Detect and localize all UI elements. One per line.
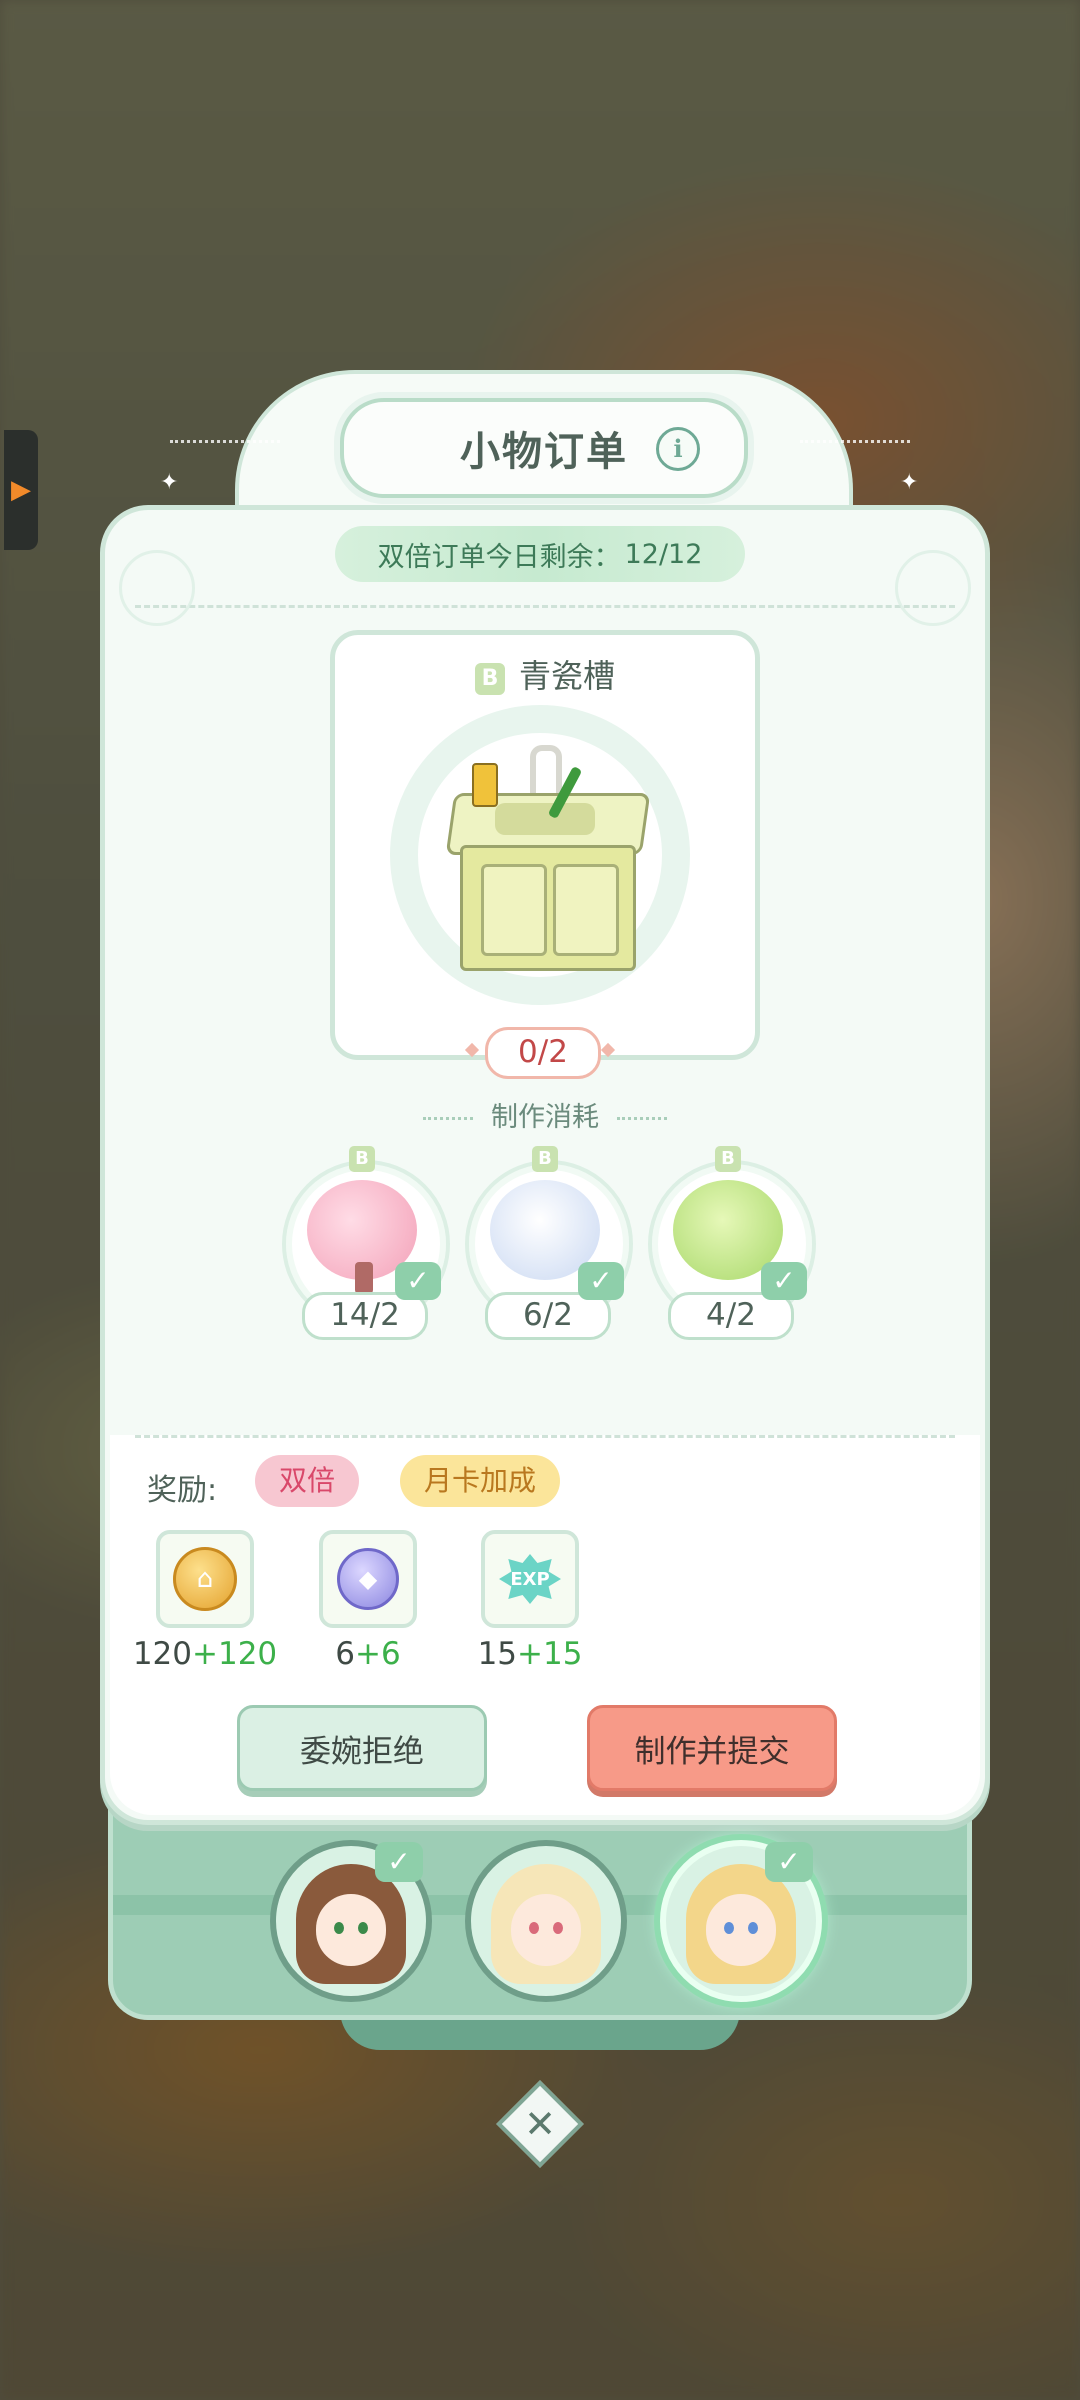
face-shape <box>511 1894 581 1966</box>
grade-badge: B <box>715 1146 741 1172</box>
eye-shape <box>724 1922 734 1934</box>
grade-badge: B <box>349 1146 375 1172</box>
blue-gem-icon: ◆ <box>337 1548 399 1610</box>
reward-bonus: +120 <box>192 1636 278 1672</box>
tree-trunk-shape <box>355 1262 373 1294</box>
celadon-sink-icon <box>445 745 651 975</box>
corner-ornament <box>119 550 195 626</box>
eye-shape <box>529 1922 539 1934</box>
double-order-banner: 双倍订单今日剩余： 12/12 <box>335 526 745 582</box>
divider <box>135 605 955 608</box>
checkmark-icon: ✓ <box>395 1262 441 1300</box>
reward-exp[interactable]: EXP 15+15 <box>455 1530 605 1672</box>
cabinet-shape <box>460 845 636 971</box>
sparkle-icon: ✦ <box>160 470 179 495</box>
reward-frame: ⌂ <box>156 1530 254 1628</box>
double-order-count: 12/12 <box>624 538 703 570</box>
consume-title-text: 制作消耗 <box>491 1102 599 1133</box>
arrow-right-icon: ▶ <box>11 475 31 505</box>
cabinet-door <box>481 864 547 956</box>
side-expand-tab[interactable]: ▶ <box>4 430 38 550</box>
title-dotted-line-right <box>800 440 910 445</box>
eye-shape <box>334 1922 344 1934</box>
reward-base: 120 <box>132 1636 192 1672</box>
checkmark-icon: ✓ <box>765 1842 813 1882</box>
decline-button[interactable]: 委婉拒绝 <box>237 1705 487 1791</box>
close-icon[interactable]: ✕ <box>509 2093 571 2155</box>
reward-base: 6 <box>335 1636 356 1672</box>
material-slot[interactable]: B 6/2 ✓ <box>460 1146 633 1340</box>
item-card[interactable]: B 青瓷槽 <box>330 630 760 1060</box>
reward-base: 15 <box>477 1636 518 1672</box>
item-progress: 0/2 <box>485 1027 601 1079</box>
eye-shape <box>748 1922 758 1934</box>
exp-star-icon: EXP <box>499 1554 561 1604</box>
reward-bonus: +6 <box>355 1636 401 1672</box>
reward-amount: 15+15 <box>455 1636 605 1672</box>
bottle-shape <box>472 763 498 807</box>
reward-frame: ◆ <box>319 1530 417 1628</box>
reward-coins[interactable]: ⌂ 120+120 <box>130 1530 280 1672</box>
basin-shape <box>495 803 595 835</box>
reward-bonus: +15 <box>517 1636 583 1672</box>
reward-amount: 120+120 <box>130 1636 280 1672</box>
divider <box>135 1435 955 1438</box>
craft-and-submit-button[interactable]: 制作并提交 <box>587 1705 837 1791</box>
reward-label: 奖励: <box>147 1473 218 1508</box>
reward-gems[interactable]: ◆ 6+6 <box>293 1530 443 1672</box>
checkmark-icon: ✓ <box>578 1262 624 1300</box>
checkmark-icon: ✓ <box>761 1262 807 1300</box>
dialog-title: 小物订单 <box>460 429 628 475</box>
checkmark-icon: ✓ <box>375 1842 423 1882</box>
cabinet-door <box>553 864 619 956</box>
reward-amount: 6+6 <box>293 1636 443 1672</box>
title-dotted-line-left <box>170 440 280 445</box>
character-portrait[interactable] <box>465 1840 627 2002</box>
sparkle-icon: ✦ <box>900 470 919 495</box>
grade-badge: B <box>532 1146 558 1172</box>
corner-ornament <box>895 550 971 626</box>
material-slot[interactable]: B 14/2 ✓ <box>277 1146 450 1340</box>
item-name: 青瓷槽 <box>518 657 615 695</box>
double-order-label: 双倍订单今日剩余： <box>377 541 621 573</box>
face-shape <box>316 1894 386 1966</box>
monthly-card-bonus-tag: 月卡加成 <box>400 1455 561 1507</box>
exp-glyph: EXP <box>510 1568 550 1590</box>
double-tag: 双倍 <box>255 1455 360 1507</box>
order-dialog: 双倍订单今日剩余： 12/12 B 青瓷槽 0/2 制作消耗 B 14/2 ✓ <box>100 505 990 1825</box>
eye-shape <box>358 1922 368 1934</box>
material-slot[interactable]: B 4/2 ✓ <box>643 1146 816 1340</box>
info-icon[interactable]: i <box>656 427 700 471</box>
face-shape <box>706 1894 776 1966</box>
consume-title: 制作消耗 <box>105 1095 985 1134</box>
gold-coin-icon: ⌂ <box>173 1547 237 1611</box>
grade-badge: B <box>474 663 505 695</box>
item-title: B 青瓷槽 <box>335 651 755 697</box>
reward-frame: EXP <box>481 1530 579 1628</box>
eye-shape <box>553 1922 563 1934</box>
